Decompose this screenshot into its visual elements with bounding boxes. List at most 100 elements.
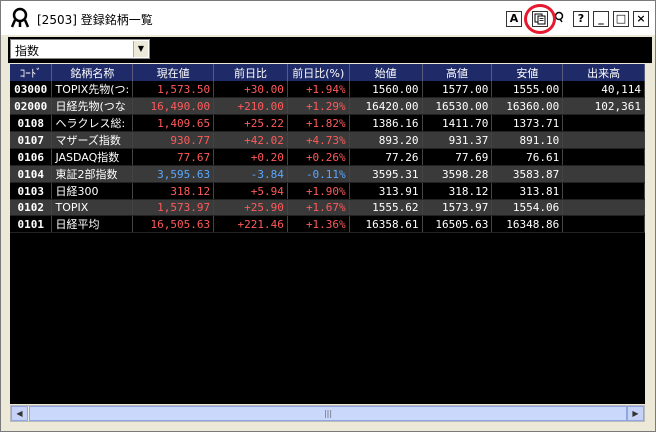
cell-volume	[562, 215, 645, 233]
title-bar[interactable]: [2503] 登録銘柄一覧 A ? _ □ ×	[1, 1, 655, 35]
cell-volume	[562, 182, 645, 200]
cell-code: 0106	[10, 148, 53, 166]
quote-list-window: [2503] 登録銘柄一覧 A ? _ □ × 指数 ▼ ｺｰﾄﾞ 銘柄名称 現…	[0, 0, 656, 432]
app-logo-icon	[10, 7, 30, 28]
column-header-volume[interactable]: 出来高	[562, 64, 645, 81]
category-select-value: 指数	[15, 44, 40, 58]
cell-price: 77.67	[132, 148, 215, 166]
cell-name: 日経300	[51, 182, 134, 200]
cell-price: 930.77	[132, 131, 215, 149]
cell-open: 1386.16	[349, 114, 423, 132]
window-title: [2503] 登録銘柄一覧	[37, 13, 153, 27]
scroll-left-arrow-icon[interactable]: ◀	[11, 406, 28, 421]
cell-code: 0103	[10, 182, 53, 200]
quote-table: ｺｰﾄﾞ 銘柄名称 現在値 前日比 前日比(%) 始値 高値 安値 出来高 03…	[10, 64, 645, 233]
table-row[interactable]: 0106 JASDAQ指数 77.67 +0.20 +0.26% 77.26 77.69 76…	[10, 148, 645, 166]
column-header-open[interactable]: 始値	[349, 64, 423, 81]
cell-high: 3598.28	[422, 165, 493, 183]
cell-name: ヘラクレス総:	[51, 114, 134, 132]
cell-name: TOPIX	[51, 199, 134, 216]
table-row[interactable]: 0108 ヘラクレス総: 1,409.65 +25.22 +1.82% 1386.16 14…	[10, 114, 645, 132]
cell-pct: +1.82%	[287, 114, 350, 132]
cell-code: 02000	[10, 97, 53, 115]
cell-low: 313.81	[491, 182, 564, 200]
cell-change: +25.22	[213, 114, 288, 132]
column-header-low[interactable]: 安値	[491, 64, 564, 81]
chevron-down-icon[interactable]: ▼	[133, 41, 148, 57]
table-row[interactable]: 0101 日経平均 16,505.63 +221.46 +1.36% 16358.61 16…	[10, 215, 645, 233]
font-size-button[interactable]: A	[506, 11, 522, 27]
cell-pct: +1.94%	[287, 81, 350, 98]
cell-pct: +1.90%	[287, 182, 350, 200]
cell-change: -3.84	[213, 165, 288, 183]
cell-price: 1,573.50	[132, 81, 215, 98]
table-row[interactable]: 0107 マザーズ指数 930.77 +42.02 +4.73% 893.20 931.37…	[10, 131, 645, 149]
highlight-annotation	[524, 4, 556, 34]
column-header-name[interactable]: 銘柄名称	[51, 64, 134, 81]
cell-change: +0.20	[213, 148, 288, 166]
column-header-change-pct[interactable]: 前日比(%)	[287, 64, 350, 81]
cell-low: 891.10	[491, 131, 564, 149]
category-select[interactable]: 指数 ▼	[10, 39, 150, 59]
cell-price: 16,490.00	[132, 97, 215, 115]
scroll-thumb[interactable]: |||	[29, 406, 627, 421]
cell-low: 3583.87	[491, 165, 564, 183]
cell-volume	[562, 114, 645, 132]
cell-high: 16530.00	[422, 97, 493, 115]
cell-code: 0107	[10, 131, 53, 149]
cell-name: マザーズ指数	[51, 131, 134, 149]
cell-code: 0101	[10, 215, 53, 233]
cell-name: 日経平均	[51, 215, 134, 233]
cell-open: 16358.61	[349, 215, 423, 233]
quote-table-area[interactable]: ｺｰﾄﾞ 銘柄名称 現在値 前日比 前日比(%) 始値 高値 安値 出来高 03…	[10, 64, 645, 404]
cell-low: 76.61	[491, 148, 564, 166]
maximize-button[interactable]: □	[613, 11, 629, 27]
cell-price: 318.12	[132, 182, 215, 200]
table-row[interactable]: 02000 日経先物(つな 16,490.00 +210.00 +1.29% 16420.…	[10, 97, 645, 115]
column-header-high[interactable]: 高値	[422, 64, 493, 81]
table-row[interactable]: 0103 日経300 318.12 +5.94 +1.90% 313.91 318.12 31…	[10, 182, 645, 200]
cell-change: +30.00	[213, 81, 288, 98]
cell-price: 1,573.97	[132, 199, 215, 216]
cell-open: 77.26	[349, 148, 423, 166]
cell-change: +5.94	[213, 182, 288, 200]
scroll-right-arrow-icon[interactable]: ▶	[627, 406, 644, 421]
cell-high: 16505.63	[422, 215, 493, 233]
cell-low: 1555.00	[491, 81, 564, 98]
cell-open: 313.91	[349, 182, 423, 200]
cell-low: 16348.86	[491, 215, 564, 233]
cell-volume	[562, 165, 645, 183]
cell-pct: +1.36%	[287, 215, 350, 233]
cell-price: 1,409.65	[132, 114, 215, 132]
cell-name: JASDAQ指数	[51, 148, 134, 166]
cell-open: 893.20	[349, 131, 423, 149]
cell-volume: 102,361	[562, 97, 645, 115]
cell-open: 16420.00	[349, 97, 423, 115]
minimize-button[interactable]: _	[593, 11, 609, 27]
cell-volume	[562, 199, 645, 216]
table-row[interactable]: 0104 東証2部指数 3,595.63 -3.84 -0.11% 3595.31 3598…	[10, 165, 645, 183]
help-button[interactable]: ?	[573, 11, 589, 27]
cell-low: 1554.06	[491, 199, 564, 216]
cell-volume: 40,114	[562, 81, 645, 98]
table-row[interactable]: 03000 TOPIX先物(つ: 1,573.50 +30.00 +1.94% 1560.…	[10, 81, 645, 98]
cell-name: 日経先物(つな	[51, 97, 134, 115]
cell-high: 318.12	[422, 182, 493, 200]
cell-price: 3,595.63	[132, 165, 215, 183]
cell-low: 16360.00	[491, 97, 564, 115]
cell-change: +210.00	[213, 97, 288, 115]
table-row[interactable]: 0102 TOPIX 1,573.97 +25.90 +1.67% 1555.62 1573…	[10, 199, 645, 216]
cell-code: 03000	[10, 81, 53, 98]
cell-volume	[562, 148, 645, 166]
cell-code: 0108	[10, 114, 53, 132]
cell-price: 16,505.63	[132, 215, 215, 233]
cell-name: 東証2部指数	[51, 165, 134, 183]
column-header-change[interactable]: 前日比	[213, 64, 288, 81]
cell-low: 1373.71	[491, 114, 564, 132]
close-button[interactable]: ×	[633, 11, 649, 27]
horizontal-scrollbar[interactable]: ◀ ||| ▶	[10, 405, 645, 422]
cell-high: 77.69	[422, 148, 493, 166]
column-header-code[interactable]: ｺｰﾄﾞ	[10, 64, 53, 81]
cell-code: 0104	[10, 165, 53, 183]
column-header-price[interactable]: 現在値	[132, 64, 215, 81]
